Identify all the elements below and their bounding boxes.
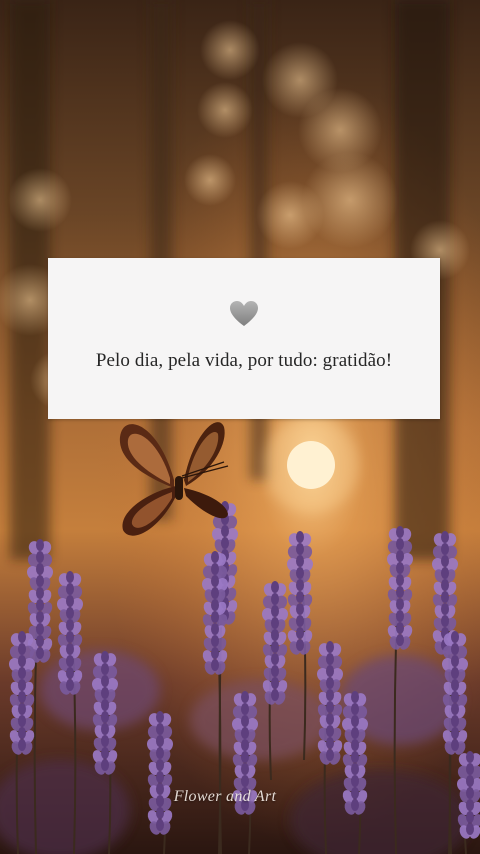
background-photo [0,0,480,854]
grey-heart-icon [230,301,258,326]
watermark-text: Flower and Art [173,788,277,805]
quote-text: Pelo dia, pela vida, por tudo: gratidão! [95,350,393,371]
quote-card: Pelo dia, pela vida, por tudo: gratidão! [48,258,440,419]
sun [287,441,335,489]
